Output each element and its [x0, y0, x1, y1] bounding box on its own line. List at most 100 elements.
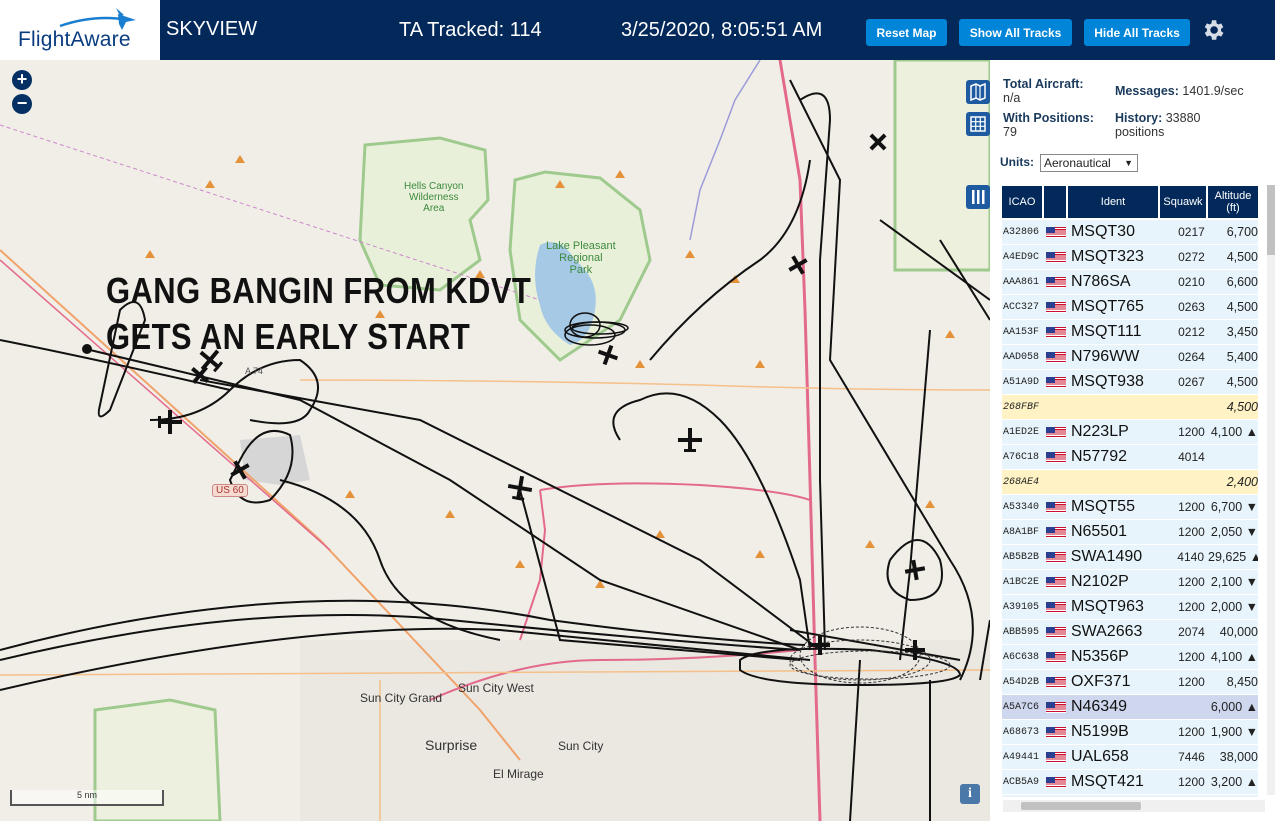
us-flag-icon — [1046, 601, 1067, 613]
table-row[interactable]: AAD058 N796WW 0264 5,400 — [1002, 345, 1258, 370]
table-row[interactable]: AD48032,325 ▲ — [1002, 795, 1258, 797]
col-icao-label: ICAO — [1008, 196, 1036, 208]
reset-map-button[interactable]: Reset Map — [866, 19, 947, 46]
label-sun-city-grand: Sun City Grand — [360, 691, 443, 705]
table-row[interactable]: A54D2B OXF371 1200 8,450 — [1002, 670, 1258, 695]
table-row[interactable]: A39105 MSQT963 1200 2,000 ▼ — [1002, 595, 1258, 620]
table-row[interactable]: A49441 UAL658 7446 38,000 — [1002, 745, 1258, 770]
map-canvas[interactable] — [0, 60, 990, 821]
table-header: ICAO Ident Squawk Altitude (ft) — [1002, 186, 1258, 218]
flag-cell — [1044, 626, 1068, 638]
table-row[interactable]: A1ED2E N223LP 1200 4,100 ▲ — [1002, 420, 1258, 445]
altitude-cell: 8,450 — [1226, 675, 1258, 689]
squawk-cell: 7446 — [1178, 750, 1205, 764]
vertical-scrollbar-thumb[interactable] — [1267, 185, 1275, 255]
ident-cell: N786SA — [1070, 273, 1131, 290]
ident-cell: SWA2663 — [1070, 623, 1143, 640]
icao-cell: A5A7C6 — [1003, 701, 1040, 713]
table-row[interactable]: AB5B2B SWA1490 4140 29,625 ▲ — [1002, 545, 1258, 570]
squawk-cell: 0272 — [1178, 250, 1205, 264]
table-row[interactable]: A4ED9C MSQT323 0272 4,500 — [1002, 245, 1258, 270]
columns-toggle-button[interactable] — [966, 185, 990, 209]
zoom-in-button[interactable]: + — [12, 70, 32, 90]
altitude-cell: 6,000 ▲ — [1210, 700, 1258, 714]
altitude-cell: 4,100 ▲ — [1210, 650, 1258, 664]
aircraft-panel: Total Aircraft: n/a Messages: 1401.9/sec… — [990, 60, 1275, 821]
flightaware-logo[interactable]: FlightAware — [0, 0, 160, 60]
table-row[interactable]: AA153F MSQT111 0212 3,450 — [1002, 320, 1258, 345]
icao-cell: 268FBF — [1003, 401, 1040, 413]
info-button[interactable]: i — [960, 784, 980, 804]
table-row[interactable]: A8A1BF N65501 1200 2,050 ▼ — [1002, 520, 1258, 545]
table-row[interactable]: A53340 MSQT55 1200 6,700 ▼ — [1002, 495, 1258, 520]
squawk-cell: 2074 — [1178, 625, 1205, 639]
squawk-cell: 1200 — [1178, 525, 1205, 539]
app-title: SKYVIEW — [166, 18, 258, 40]
table-row[interactable]: AAA861 N786SA 0210 6,600 — [1002, 270, 1258, 295]
icao-cell: ACB5A9 — [1003, 776, 1040, 788]
table-row[interactable]: ACB5A9 MSQT421 1200 3,200 ▲ — [1002, 770, 1258, 795]
col-squawk[interactable]: Squawk — [1160, 186, 1208, 218]
table-row[interactable]: 268AE4 2,400 — [1002, 470, 1258, 495]
us-flag-icon — [1046, 526, 1067, 538]
grid-button[interactable] — [966, 112, 990, 136]
tracked-count: TA Tracked: 114 — [399, 19, 542, 41]
ident-cell: MSQT963 — [1070, 598, 1144, 615]
table-row[interactable]: A32806 MSQT30 0217 6,700 — [1002, 220, 1258, 245]
col-ident-label: Ident — [1100, 196, 1126, 208]
map-layers-button[interactable] — [966, 80, 990, 104]
table-row[interactable]: ABB595 SWA2663 2074 40,000 — [1002, 620, 1258, 645]
grid-icon — [970, 116, 986, 132]
table-row[interactable]: A1BC2E N2102P 1200 2,100 ▼ — [1002, 570, 1258, 595]
table-row[interactable]: A5A7C6 N46349 6,000 ▲ — [1002, 695, 1258, 720]
altitude-cell: 3,200 ▲ — [1210, 775, 1258, 789]
horizontal-scrollbar-thumb[interactable] — [1021, 802, 1141, 810]
us-flag-icon — [1046, 276, 1067, 288]
flag-cell — [1044, 501, 1068, 513]
table-row[interactable]: A68673 N5199B 1200 1,900 ▼ — [1002, 720, 1258, 745]
table-row[interactable]: A6C638 N5356P 1200 4,100 ▲ — [1002, 645, 1258, 670]
hide-all-tracks-button[interactable]: Hide All Tracks — [1084, 19, 1190, 46]
label-el-mirage: El Mirage — [493, 767, 544, 781]
altitude-cell: 29,625 ▲ — [1208, 550, 1258, 564]
gear-icon[interactable] — [1200, 17, 1226, 43]
horizontal-scrollbar[interactable] — [1003, 800, 1265, 812]
altitude-cell: 4,100 ▲ — [1210, 425, 1258, 439]
river — [689, 60, 761, 241]
us-flag-icon — [1046, 551, 1067, 563]
flag-cell — [1044, 251, 1068, 263]
table-row[interactable]: A51A9D MSQT938 0267 4,500 — [1002, 370, 1258, 395]
flag-cell — [1044, 651, 1068, 663]
table-row[interactable]: ACC327 MSQT765 0263 4,500 — [1002, 295, 1258, 320]
table-row[interactable]: 268FBF 4,500 — [1002, 395, 1258, 420]
table-row[interactable]: A76C18 N57792 4014 — [1002, 445, 1258, 470]
scale-label: 5 nm — [76, 790, 97, 800]
units-select[interactable]: Aeronautical ▼ — [1040, 154, 1138, 172]
us-flag-icon — [1046, 751, 1067, 763]
col-altitude-label: Altitude — [1214, 190, 1252, 202]
col-flag[interactable] — [1044, 186, 1068, 218]
map-view[interactable]: + − GANG BANGIN FROM KDVT GETS AN EARLY … — [0, 60, 990, 821]
vertical-scrollbar[interactable] — [1267, 185, 1275, 795]
altitude-cell: 5,400 — [1226, 350, 1258, 364]
squawk-cell: 0212 — [1178, 325, 1205, 339]
squawk-cell: 1200 — [1178, 775, 1205, 789]
altitude-cell: 6,600 — [1226, 275, 1258, 289]
ident-cell: N796WW — [1070, 348, 1140, 365]
route-136 — [539, 482, 811, 501]
col-ident[interactable]: Ident — [1068, 186, 1160, 218]
us-flag-icon — [1046, 351, 1067, 363]
label-us60: US 60 — [212, 484, 248, 497]
dropdown-arrow-icon: ▼ — [1124, 158, 1133, 168]
show-all-tracks-button[interactable]: Show All Tracks — [959, 19, 1072, 46]
squawk-cell: 1200 — [1178, 425, 1205, 439]
col-icao[interactable]: ICAO — [1002, 186, 1044, 218]
altitude-cell: 1,900 ▼ — [1210, 725, 1258, 739]
icao-cell: A49441 — [1003, 751, 1040, 763]
col-altitude[interactable]: Altitude (ft) — [1208, 186, 1258, 218]
aircraft-table-body[interactable]: A32806 MSQT30 0217 6,700 A4ED9C MSQT323 0272 4,… — [1002, 220, 1258, 797]
us-flag-icon — [1046, 776, 1067, 788]
squawk-cell: 4140 — [1177, 550, 1204, 564]
zoom-out-button[interactable]: − — [12, 94, 32, 114]
altitude-cell: 2,050 ▼ — [1210, 525, 1258, 539]
